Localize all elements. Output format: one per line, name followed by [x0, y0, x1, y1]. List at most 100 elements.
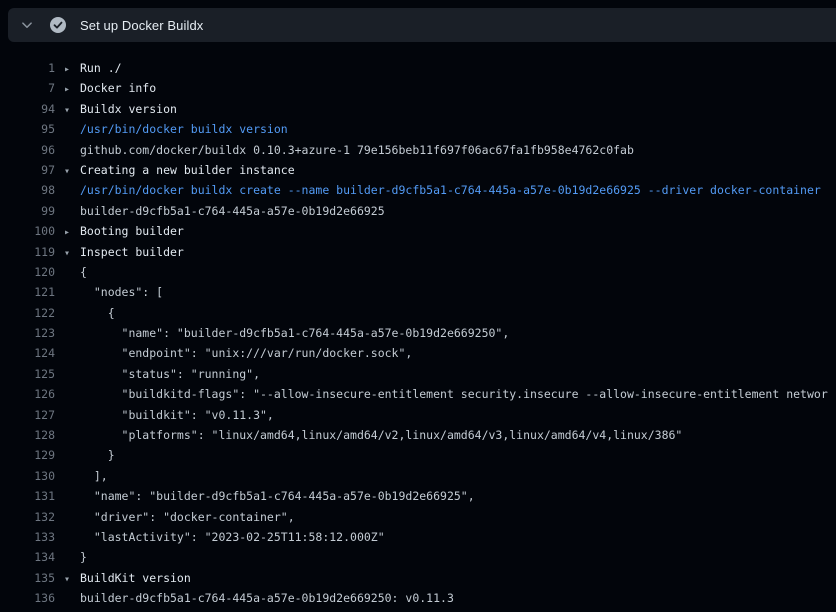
line-number[interactable]: 121: [0, 282, 55, 302]
chevron-down-icon: [21, 19, 33, 31]
log-group-line[interactable]: 97 ▾Creating a new builder instance: [0, 160, 836, 180]
line-number[interactable]: 130: [0, 466, 55, 486]
output-text: }: [80, 445, 115, 465]
output-text: "buildkitd-flags": "--allow-insecure-ent…: [80, 384, 828, 404]
line-number[interactable]: 122: [0, 303, 55, 323]
log-group-line[interactable]: 119▾Inspect builder: [0, 242, 836, 262]
line-number[interactable]: 7: [0, 78, 55, 98]
log-line: 127 "buildkit": "v0.11.3",: [0, 405, 836, 425]
step-header[interactable]: Set up Docker Buildx: [8, 8, 836, 42]
line-number[interactable]: 1: [0, 58, 55, 78]
line-number[interactable]: 131: [0, 486, 55, 506]
chevron-down-icon[interactable]: [12, 8, 42, 42]
output-text: "status": "running",: [80, 364, 260, 384]
log-group-line[interactable]: 1 ▸Run ./: [0, 58, 836, 78]
line-number[interactable]: 134: [0, 547, 55, 567]
output-text: "name": "builder-d9cfb5a1-c764-445a-a57e…: [80, 323, 509, 343]
arrow-spacer: [64, 447, 80, 467]
log-line: 121 "nodes": [: [0, 282, 836, 302]
log-line: 131 "name": "builder-d9cfb5a1-c764-445a-…: [0, 486, 836, 506]
output-text: "platforms": "linux/amd64,linux/amd64/v2…: [80, 425, 682, 445]
log-group-line[interactable]: 7 ▸Docker info: [0, 78, 836, 98]
line-number[interactable]: 135: [0, 568, 55, 588]
log-line: 120 {: [0, 262, 836, 282]
group-collapsed-icon[interactable]: ▸: [64, 223, 80, 243]
output-text: {: [80, 262, 87, 282]
output-text: "name": "builder-d9cfb5a1-c764-445a-a57e…: [80, 486, 475, 506]
output-text: github.com/docker/buildx 0.10.3+azure-1 …: [80, 140, 634, 160]
log-line: 125 "status": "running",: [0, 364, 836, 384]
log-line: 123 "name": "builder-d9cfb5a1-c764-445a-…: [0, 323, 836, 343]
arrow-spacer: [64, 142, 80, 162]
line-number[interactable]: 120: [0, 262, 55, 282]
log-line: 133 "lastActivity": "2023-02-25T11:58:12…: [0, 527, 836, 547]
line-number[interactable]: 126: [0, 384, 55, 404]
log-line: 98 /usr/bin/docker buildx create --name …: [0, 180, 836, 200]
line-number[interactable]: 136: [0, 588, 55, 608]
line-number[interactable]: 97: [0, 160, 55, 180]
arrow-spacer: [64, 121, 80, 141]
arrow-spacer: [64, 549, 80, 569]
line-number[interactable]: 95: [0, 119, 55, 139]
log-line: 124 "endpoint": "unix:///var/run/docker.…: [0, 343, 836, 363]
group-collapsed-icon[interactable]: ▸: [64, 60, 80, 80]
group-expanded-icon[interactable]: ▾: [64, 570, 80, 590]
output-text: {: [80, 303, 115, 323]
line-number[interactable]: 133: [0, 527, 55, 547]
line-number[interactable]: 128: [0, 425, 55, 445]
log-line: 130 ],: [0, 466, 836, 486]
line-number[interactable]: 119: [0, 242, 55, 262]
line-number[interactable]: 98: [0, 180, 55, 200]
arrow-spacer: [64, 407, 80, 427]
arrow-spacer: [64, 284, 80, 304]
line-number[interactable]: 99: [0, 201, 55, 221]
group-expanded-icon[interactable]: ▾: [64, 101, 80, 121]
group-expanded-icon[interactable]: ▾: [64, 244, 80, 264]
group-collapsed-icon[interactable]: ▸: [64, 80, 80, 100]
arrow-spacer: [64, 325, 80, 345]
log-group-line[interactable]: 94▾Buildx version: [0, 99, 836, 119]
log-line: 132 "driver": "docker-container",: [0, 507, 836, 527]
output-text: ],: [80, 466, 108, 486]
output-text: builder-d9cfb5a1-c764-445a-a57e-0b19d2e6…: [80, 201, 385, 221]
output-text: "lastActivity": "2023-02-25T11:58:12.000…: [80, 527, 385, 547]
group-title: Docker info: [80, 78, 156, 98]
line-number[interactable]: 125: [0, 364, 55, 384]
arrow-spacer: [64, 345, 80, 365]
group-title: Creating a new builder instance: [80, 160, 295, 180]
output-text: "driver": "docker-container",: [80, 507, 295, 527]
log-line: 122 {: [0, 303, 836, 323]
output-text: builder-d9cfb5a1-c764-445a-a57e-0b19d2e6…: [80, 588, 454, 608]
arrow-spacer: [64, 427, 80, 447]
log-line: 96 github.com/docker/buildx 0.10.3+azure…: [0, 140, 836, 160]
line-number[interactable]: 96: [0, 140, 55, 160]
log-line: 136 builder-d9cfb5a1-c764-445a-a57e-0b19…: [0, 588, 836, 608]
arrow-spacer: [64, 386, 80, 406]
line-number[interactable]: 123: [0, 323, 55, 343]
output-text: "endpoint": "unix:///var/run/docker.sock…: [80, 343, 412, 363]
group-title: Run ./: [80, 58, 122, 78]
line-number[interactable]: 132: [0, 507, 55, 527]
line-number[interactable]: 124: [0, 343, 55, 363]
step-title: Set up Docker Buildx: [80, 18, 203, 33]
log-viewer: 1▸Run ./7▸Docker info94▾Buildx version95…: [0, 58, 836, 609]
check-circle-icon: [50, 17, 66, 33]
line-number[interactable]: 127: [0, 405, 55, 425]
line-number[interactable]: 100: [0, 221, 55, 241]
output-text: "buildkit": "v0.11.3",: [80, 405, 274, 425]
line-number[interactable]: 94: [0, 99, 55, 119]
log-line: 99 builder-d9cfb5a1-c764-445a-a57e-0b19d…: [0, 201, 836, 221]
arrow-spacer: [64, 468, 80, 488]
group-expanded-icon[interactable]: ▾: [64, 162, 80, 182]
log-group-line[interactable]: 100▸Booting builder: [0, 221, 836, 241]
output-text: "nodes": [: [80, 282, 163, 302]
line-number[interactable]: 129: [0, 445, 55, 465]
arrow-spacer: [64, 366, 80, 386]
output-text: }: [80, 547, 87, 567]
log-line: 95 /usr/bin/docker buildx version: [0, 119, 836, 139]
log-line: 126 "buildkitd-flags": "--allow-insecure…: [0, 384, 836, 404]
log-group-line[interactable]: 135▾BuildKit version: [0, 568, 836, 588]
arrow-spacer: [64, 590, 80, 610]
arrow-spacer: [64, 305, 80, 325]
arrow-spacer: [64, 488, 80, 508]
